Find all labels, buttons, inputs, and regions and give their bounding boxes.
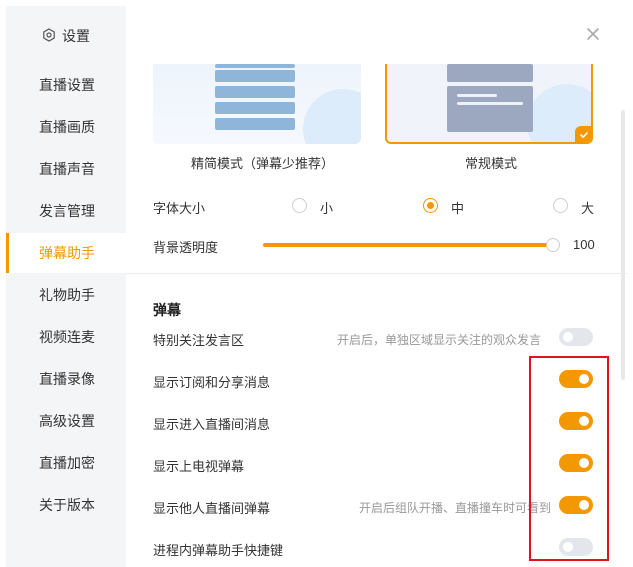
simple-mode-card[interactable]: [153, 64, 361, 144]
font-size-large-radio[interactable]: [553, 198, 568, 213]
sidebar-item-live-recording[interactable]: 直播录像: [6, 359, 126, 399]
danmaku-section-title: 弹幕: [153, 302, 181, 318]
highlight-annotation-box: [529, 356, 609, 561]
show-tv-danmaku-label: 显示上电视弹幕: [153, 459, 245, 474]
sidebar-item-speech-management[interactable]: 发言管理: [6, 191, 126, 231]
selected-check-icon: [575, 126, 591, 142]
sidebar-item-live-settings[interactable]: 直播设置: [6, 65, 126, 105]
special-follow-area-label: 特别关注发言区: [153, 333, 245, 348]
font-size-small-label: 小: [320, 201, 334, 216]
content-scrollbar[interactable]: [621, 110, 625, 380]
close-icon: [587, 28, 599, 40]
close-button[interactable]: [585, 26, 601, 42]
special-follow-area-toggle[interactable]: [559, 328, 593, 346]
settings-sidebar: 设置 直播设置 直播画质 直播声音 发言管理 弹幕助手 礼物助手 视频连麦 直播…: [6, 6, 126, 567]
special-follow-area-desc: 开启后，单独区域显示关注的观众发言: [336, 333, 541, 347]
sidebar-item-advanced-settings[interactable]: 高级设置: [6, 401, 126, 441]
normal-mode-card[interactable]: [385, 64, 593, 144]
sidebar-item-about-version[interactable]: 关于版本: [6, 485, 126, 525]
simple-mode-label: 精简模式（弹幕少推荐）: [191, 156, 335, 171]
opacity-value: 100: [573, 237, 595, 252]
section-divider: [126, 273, 627, 274]
font-size-small-radio[interactable]: [292, 198, 307, 213]
show-subscribe-share-label: 显示订阅和分享消息: [153, 375, 271, 390]
show-other-room-danmaku-label: 显示他人直播间弹幕: [153, 501, 271, 516]
sidebar-title: 设置: [42, 26, 90, 46]
opacity-slider-track[interactable]: [263, 243, 553, 247]
font-size-large-label: 大: [581, 201, 595, 216]
normal-mode-label: 常规模式: [465, 156, 518, 171]
settings-gear-icon: [42, 27, 56, 45]
show-enter-room-label: 显示进入直播间消息: [153, 417, 271, 432]
show-other-room-danmaku-desc: 开启后组队开播、直播撞车时可看到: [358, 501, 551, 515]
in-process-hotkey-label: 进程内弹幕助手快捷键: [153, 543, 284, 558]
opacity-slider-thumb[interactable]: [546, 238, 560, 252]
sidebar-title-label: 设置: [62, 28, 90, 44]
font-size-medium-label: 中: [451, 201, 465, 216]
sidebar-item-video-link[interactable]: 视频连麦: [6, 317, 126, 357]
sidebar-item-live-quality[interactable]: 直播画质: [6, 107, 126, 147]
sidebar-item-live-encryption[interactable]: 直播加密: [6, 443, 126, 483]
opacity-label: 背景透明度: [153, 240, 219, 255]
font-size-medium-radio[interactable]: [423, 198, 438, 213]
font-size-label: 字体大小: [153, 201, 206, 216]
sidebar-item-danmaku-assistant[interactable]: 弹幕助手: [6, 233, 126, 273]
sidebar-item-live-audio[interactable]: 直播声音: [6, 149, 126, 189]
sidebar-item-gift-assistant[interactable]: 礼物助手: [6, 275, 126, 315]
